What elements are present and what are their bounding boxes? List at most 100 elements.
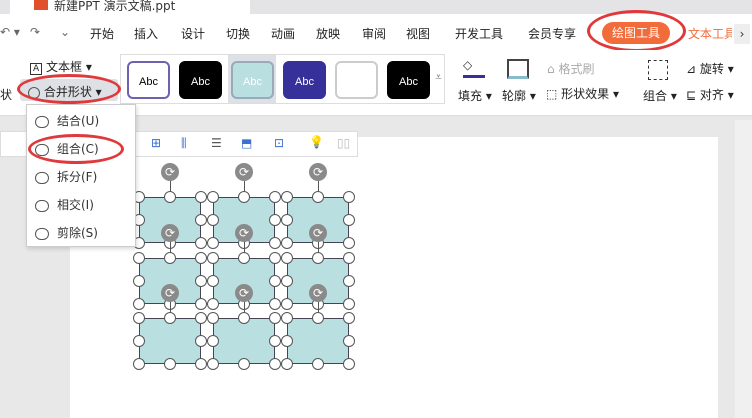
resize-handle[interactable]	[207, 191, 219, 203]
vertical-scrollbar[interactable]	[735, 120, 752, 418]
resize-handle[interactable]	[281, 252, 293, 264]
group-select-icon[interactable]: ⊡	[274, 136, 284, 150]
shape-style-3[interactable]: Abc	[283, 61, 326, 99]
resize-handle[interactable]	[207, 275, 219, 287]
resize-handle[interactable]	[312, 358, 324, 370]
align-center-icon[interactable]: ⊞	[151, 136, 161, 150]
resize-handle[interactable]	[281, 358, 293, 370]
resize-handle[interactable]	[133, 298, 145, 310]
rotate-handle-icon[interactable]: ⟳	[161, 284, 179, 302]
document-tab[interactable]: 新建PPT 演示文稿.ppt	[10, 0, 250, 14]
resize-handle[interactable]	[343, 214, 355, 226]
resize-handle[interactable]	[343, 312, 355, 324]
rotate-handle-icon[interactable]: ⟳	[235, 163, 253, 181]
resize-handle[interactable]	[195, 358, 207, 370]
resize-handle[interactable]	[238, 312, 250, 324]
tab-menu-8[interactable]: 开发工具	[455, 25, 503, 42]
resize-handle[interactable]	[343, 275, 355, 287]
resize-handle[interactable]	[312, 191, 324, 203]
resize-handle[interactable]	[164, 358, 176, 370]
distribute-horizontal-icon[interactable]: ⫼	[181, 136, 187, 151]
resize-handle[interactable]	[269, 298, 281, 310]
merge-option-3[interactable]: 相交(I)	[35, 193, 94, 217]
resize-handle[interactable]	[195, 312, 207, 324]
tab-menu-1[interactable]: 插入	[134, 25, 158, 42]
resize-handle[interactable]	[195, 191, 207, 203]
tab-text-tools[interactable]: 文本工具	[688, 25, 732, 42]
resize-icon[interactable]: ⬒	[241, 136, 252, 150]
resize-handle[interactable]	[343, 358, 355, 370]
tab-menu-4[interactable]: 动画	[271, 25, 295, 42]
tab-menu-0[interactable]: 开始	[90, 25, 114, 42]
textbox-button[interactable]: A 文本框 ▾	[30, 58, 92, 75]
resize-handle[interactable]	[195, 237, 207, 249]
resize-handle[interactable]	[281, 191, 293, 203]
resize-handle[interactable]	[133, 358, 145, 370]
resize-handle[interactable]	[164, 191, 176, 203]
resize-handle[interactable]	[133, 312, 145, 324]
resize-handle[interactable]	[269, 237, 281, 249]
distribute-vertical-icon[interactable]: ☰	[211, 136, 222, 150]
redo-icon[interactable]: ↷	[30, 25, 40, 39]
resize-handle[interactable]	[343, 237, 355, 249]
rotate-handle-icon[interactable]: ⟳	[161, 163, 179, 181]
more-icon[interactable]: ▯▯	[337, 136, 350, 150]
lightbulb-icon[interactable]: 💡	[309, 135, 324, 149]
group-button[interactable]: 组合 ▾	[643, 87, 677, 104]
shape-effects-button[interactable]: ⬚ 形状效果 ▾	[546, 85, 619, 102]
outline-button[interactable]: 轮廓 ▾	[502, 87, 536, 104]
merge-option-2[interactable]: 拆分(F)	[35, 165, 97, 189]
resize-handle[interactable]	[281, 312, 293, 324]
tab-menu-7[interactable]: 视图	[406, 25, 430, 42]
customize-icon[interactable]: ⌄	[60, 25, 70, 39]
resize-handle[interactable]	[195, 298, 207, 310]
resize-handle[interactable]	[195, 275, 207, 287]
tab-menu-9[interactable]: 会员专享	[528, 25, 576, 42]
rotate-handle-icon[interactable]: ⟳	[309, 163, 327, 181]
resize-handle[interactable]	[133, 275, 145, 287]
resize-handle[interactable]	[281, 335, 293, 347]
merge-option-4[interactable]: 剪除(S)	[35, 221, 98, 245]
resize-handle[interactable]	[207, 312, 219, 324]
resize-handle[interactable]	[269, 312, 281, 324]
resize-handle[interactable]	[312, 252, 324, 264]
resize-handle[interactable]	[207, 237, 219, 249]
resize-handle[interactable]	[269, 275, 281, 287]
resize-handle[interactable]	[195, 252, 207, 264]
undo-icon[interactable]: ↶ ▾	[0, 25, 20, 39]
merge-option-0[interactable]: 结合(U)	[35, 109, 99, 133]
gallery-more-icon[interactable]: ⩡	[435, 70, 442, 85]
resize-handle[interactable]	[207, 252, 219, 264]
resize-handle[interactable]	[281, 275, 293, 287]
align-button[interactable]: ⊑ 对齐 ▾	[686, 86, 734, 103]
resize-handle[interactable]	[343, 335, 355, 347]
resize-handle[interactable]	[281, 214, 293, 226]
resize-handle[interactable]	[133, 335, 145, 347]
rotate-handle-icon[interactable]: ⟳	[235, 284, 253, 302]
resize-handle[interactable]	[207, 214, 219, 226]
tab-menu-5[interactable]: 放映	[316, 25, 340, 42]
resize-handle[interactable]	[269, 252, 281, 264]
resize-handle[interactable]	[195, 214, 207, 226]
resize-handle[interactable]	[164, 252, 176, 264]
rotate-handle-icon[interactable]: ⟳	[235, 224, 253, 242]
rotate-handle-icon[interactable]: ⟳	[309, 284, 327, 302]
tab-menu-2[interactable]: 设计	[181, 25, 205, 42]
resize-handle[interactable]	[133, 252, 145, 264]
resize-handle[interactable]	[207, 335, 219, 347]
resize-handle[interactable]	[343, 191, 355, 203]
shape-style-2[interactable]: Abc	[231, 61, 274, 99]
resize-handle[interactable]	[269, 358, 281, 370]
resize-handle[interactable]	[269, 191, 281, 203]
resize-handle[interactable]	[238, 358, 250, 370]
shape-style-4[interactable]	[335, 61, 378, 99]
fill-button[interactable]: 填充 ▾	[458, 87, 492, 104]
resize-handle[interactable]	[281, 298, 293, 310]
resize-handle[interactable]	[207, 298, 219, 310]
tab-menu-3[interactable]: 切换	[226, 25, 250, 42]
resize-handle[interactable]	[195, 335, 207, 347]
shape-button[interactable]: 状	[0, 86, 12, 103]
shape-style-5[interactable]: Abc	[387, 61, 430, 99]
shape-style-1[interactable]: Abc	[179, 61, 222, 99]
tab-menu-6[interactable]: 审阅	[362, 25, 386, 42]
